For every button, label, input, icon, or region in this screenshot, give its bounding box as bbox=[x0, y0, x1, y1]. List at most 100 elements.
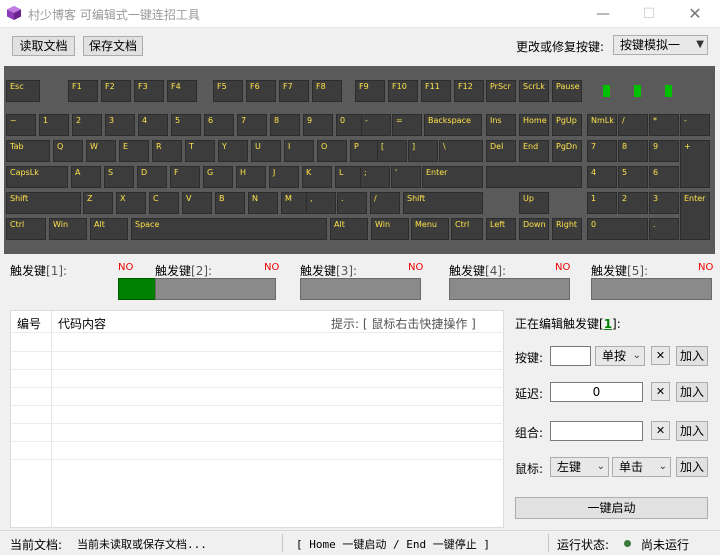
key-backslash[interactable]: \ bbox=[439, 140, 483, 162]
key-input[interactable] bbox=[550, 346, 591, 366]
minimize-button[interactable]: — bbox=[580, 0, 626, 28]
key-2[interactable]: 2 bbox=[618, 192, 648, 214]
key-down[interactable]: Down bbox=[519, 218, 549, 240]
key-nmlk[interactable]: NmLk bbox=[587, 114, 617, 136]
key-tab[interactable]: Tab bbox=[6, 140, 50, 162]
key-h[interactable]: H bbox=[236, 166, 266, 188]
key-6[interactable]: 6 bbox=[204, 114, 234, 136]
key-4[interactable]: 4 bbox=[138, 114, 168, 136]
key-rbracket[interactable]: ] bbox=[408, 140, 438, 162]
column-header-number[interactable]: 编号 bbox=[17, 315, 41, 332]
key-mode-select[interactable]: 单按 ⌄ bbox=[595, 346, 645, 366]
key-t[interactable]: T bbox=[185, 140, 215, 162]
key-add-button[interactable]: 加入 bbox=[676, 346, 708, 366]
key-f7[interactable]: F7 bbox=[279, 80, 309, 102]
trigger-slot-5[interactable] bbox=[591, 278, 712, 300]
key-7[interactable]: 7 bbox=[587, 140, 617, 162]
key-shift[interactable]: Shift bbox=[403, 192, 483, 214]
key-alt[interactable]: Alt bbox=[330, 218, 368, 240]
key-right[interactable]: Right bbox=[552, 218, 582, 240]
key-home[interactable]: Home bbox=[519, 114, 549, 136]
key-f1[interactable]: F1 bbox=[68, 80, 98, 102]
key-scrlk[interactable]: ScrLk bbox=[519, 80, 549, 102]
key-tilde[interactable]: ~ bbox=[6, 114, 36, 136]
key-s[interactable]: S bbox=[104, 166, 134, 188]
key-4[interactable]: 4 bbox=[587, 166, 617, 188]
key-alt[interactable]: Alt bbox=[90, 218, 128, 240]
key-o[interactable]: O bbox=[317, 140, 347, 162]
key-1[interactable]: 1 bbox=[587, 192, 617, 214]
maximize-button[interactable]: ☐ bbox=[626, 0, 672, 28]
key-0[interactable]: 0 bbox=[587, 218, 648, 240]
key-up[interactable]: Up bbox=[519, 192, 549, 214]
key-r[interactable]: R bbox=[152, 140, 182, 162]
key-plus[interactable]: + bbox=[680, 140, 710, 188]
open-document-button[interactable]: 读取文档 bbox=[12, 36, 75, 56]
key-period[interactable]: . bbox=[649, 218, 679, 240]
key-p[interactable]: P bbox=[350, 140, 380, 162]
key-clear-button[interactable]: ✕ bbox=[651, 346, 670, 365]
key-pgdn[interactable]: PgDn bbox=[552, 140, 582, 162]
delay-add-button[interactable]: 加入 bbox=[676, 382, 708, 402]
key-f4[interactable]: F4 bbox=[167, 80, 197, 102]
close-button[interactable]: ✕ bbox=[672, 0, 718, 28]
key-lbracket[interactable]: [ bbox=[377, 140, 407, 162]
key-f8[interactable]: F8 bbox=[312, 80, 342, 102]
key-enter[interactable]: Enter bbox=[680, 192, 710, 240]
trigger-slot-2[interactable] bbox=[155, 278, 276, 300]
key-c[interactable]: C bbox=[149, 192, 179, 214]
key-1[interactable]: 1 bbox=[39, 114, 69, 136]
mouse-action-select[interactable]: 单击 ⌄ bbox=[612, 457, 671, 477]
delay-input[interactable]: 0 bbox=[550, 382, 643, 402]
code-list[interactable]: 编号 代码内容 提示: [ 鼠标右击快捷操作 ] bbox=[10, 310, 505, 529]
trigger-slot-4[interactable] bbox=[449, 278, 570, 300]
key-n[interactable]: N bbox=[248, 192, 278, 214]
key-comma[interactable]: , bbox=[306, 192, 336, 214]
key-esc[interactable]: Esc bbox=[6, 80, 40, 102]
key-9[interactable]: 9 bbox=[303, 114, 333, 136]
key-capslk[interactable]: CapsLk bbox=[6, 166, 68, 188]
key-shift[interactable]: Shift bbox=[6, 192, 81, 214]
key-end[interactable]: End bbox=[519, 140, 549, 162]
key-x[interactable]: X bbox=[116, 192, 146, 214]
key-f5[interactable]: F5 bbox=[213, 80, 243, 102]
key-z[interactable]: Z bbox=[83, 192, 113, 214]
key-2[interactable]: 2 bbox=[72, 114, 102, 136]
key-enter[interactable]: Enter bbox=[422, 166, 483, 188]
key-u[interactable]: U bbox=[251, 140, 281, 162]
key-f10[interactable]: F10 bbox=[388, 80, 418, 102]
combo-add-button[interactable]: 加入 bbox=[676, 421, 708, 441]
key-f3[interactable]: F3 bbox=[134, 80, 164, 102]
key-quote[interactable]: ' bbox=[391, 166, 421, 188]
one-key-start-button[interactable]: 一键启动 bbox=[515, 497, 708, 519]
key-period[interactable]: . bbox=[337, 192, 367, 214]
key-5[interactable]: 5 bbox=[171, 114, 201, 136]
key-6[interactable]: 6 bbox=[649, 166, 679, 188]
key-a[interactable]: A bbox=[71, 166, 101, 188]
key-g[interactable]: G bbox=[203, 166, 233, 188]
key-e[interactable]: E bbox=[119, 140, 149, 162]
key-asterisk[interactable]: * bbox=[649, 114, 679, 136]
key-ctrl[interactable]: Ctrl bbox=[451, 218, 483, 240]
key-j[interactable]: J bbox=[269, 166, 299, 188]
key-ctrl[interactable]: Ctrl bbox=[6, 218, 46, 240]
key-menu[interactable]: Menu bbox=[411, 218, 449, 240]
key-f9[interactable]: F9 bbox=[355, 80, 385, 102]
key-f11[interactable]: F11 bbox=[421, 80, 451, 102]
key-equals[interactable]: = bbox=[392, 114, 422, 136]
key-minus[interactable]: - bbox=[680, 114, 710, 136]
save-document-button[interactable]: 保存文档 bbox=[83, 36, 143, 56]
key-d[interactable]: D bbox=[137, 166, 167, 188]
key-w[interactable]: W bbox=[86, 140, 116, 162]
mouse-button-select[interactable]: 左键 ⌄ bbox=[550, 457, 609, 477]
key-8[interactable]: 8 bbox=[618, 140, 648, 162]
combo-input[interactable] bbox=[550, 421, 643, 441]
key-v[interactable]: V bbox=[182, 192, 212, 214]
key-q[interactable]: Q bbox=[53, 140, 83, 162]
column-header-code[interactable]: 代码内容 bbox=[58, 315, 106, 332]
key-b[interactable]: B bbox=[215, 192, 245, 214]
key-3[interactable]: 3 bbox=[105, 114, 135, 136]
delay-clear-button[interactable]: ✕ bbox=[651, 382, 670, 401]
key-pgup[interactable]: PgUp bbox=[552, 114, 582, 136]
key-f2[interactable]: F2 bbox=[101, 80, 131, 102]
